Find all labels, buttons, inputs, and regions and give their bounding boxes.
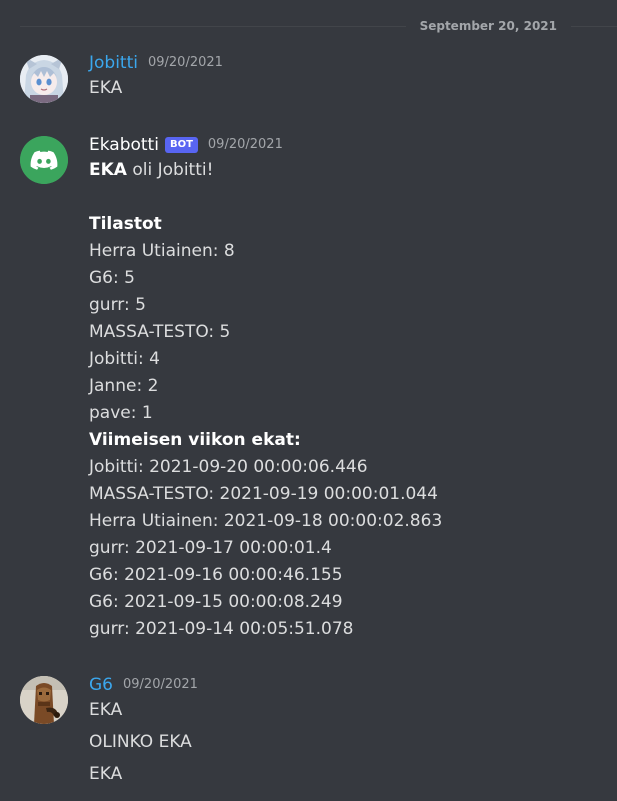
username[interactable]: Ekabotti bbox=[89, 134, 159, 156]
week-header: Viimeisen viikon ekat: bbox=[89, 430, 301, 450]
user-avatar-jobitti[interactable] bbox=[20, 55, 68, 103]
bot-tag-badge: BOT bbox=[164, 137, 198, 153]
message-text: EKA bbox=[89, 78, 123, 98]
stats-line: Janne: 2 bbox=[89, 376, 159, 396]
message-text: EKA bbox=[89, 764, 123, 784]
stats-header: Tilastot bbox=[89, 214, 162, 234]
week-line: Herra Utiainen: 2021-09-18 00:00:02.863 bbox=[89, 511, 443, 531]
week-line: G6: 2021-09-16 00:00:46.155 bbox=[89, 565, 343, 585]
timestamp: 09/20/2021 bbox=[207, 137, 283, 152]
stats-line: Herra Utiainen: 8 bbox=[89, 241, 235, 261]
message-header: G6 09/20/2021 bbox=[89, 674, 607, 696]
message-header: Jobitti 09/20/2021 bbox=[89, 52, 607, 74]
week-line: MASSA-TESTO: 2021-09-19 00:00:01.044 bbox=[89, 484, 438, 504]
stats-line: G6: 5 bbox=[89, 268, 135, 288]
week-line: gurr: 2021-09-17 00:00:01.4 bbox=[89, 538, 332, 558]
discord-logo-icon bbox=[20, 136, 68, 184]
message-line: EKA oli Jobitti! bbox=[89, 157, 607, 184]
message-text: OLINKO EKA bbox=[89, 732, 192, 752]
date-divider-label: September 20, 2021 bbox=[405, 18, 571, 34]
text: oli Jobitti! bbox=[126, 160, 214, 180]
message-header: Ekabotti BOT 09/20/2021 bbox=[89, 134, 607, 156]
week-line: G6: 2021-09-15 00:00:08.249 bbox=[89, 592, 343, 612]
week-line: Jobitti: 2021-09-20 00:00:06.446 bbox=[89, 457, 368, 477]
message-text: EKA bbox=[89, 700, 123, 720]
message-content: G6 09/20/2021 EKA OLINKO EKA EKA bbox=[89, 674, 607, 788]
stats-line: pave: 1 bbox=[89, 403, 153, 423]
bold-text: EKA bbox=[89, 160, 127, 180]
user-avatar-g6[interactable] bbox=[20, 676, 68, 724]
stats-line: Jobitti: 4 bbox=[89, 349, 160, 369]
message-content: Jobitti 09/20/2021 EKA bbox=[89, 52, 607, 102]
timestamp: 09/20/2021 bbox=[147, 55, 223, 70]
message-content: Ekabotti BOT 09/20/2021 EKA oli Jobitti!… bbox=[89, 134, 607, 643]
week-line: gurr: 2021-09-14 00:05:51.078 bbox=[89, 619, 354, 639]
stats-line: gurr: 5 bbox=[89, 295, 146, 315]
username[interactable]: G6 bbox=[89, 674, 113, 696]
timestamp: 09/20/2021 bbox=[123, 677, 198, 692]
user-avatar-ekabotti[interactable] bbox=[20, 136, 68, 184]
username[interactable]: Jobitti bbox=[89, 52, 138, 74]
stats-line: MASSA-TESTO: 5 bbox=[89, 322, 231, 342]
